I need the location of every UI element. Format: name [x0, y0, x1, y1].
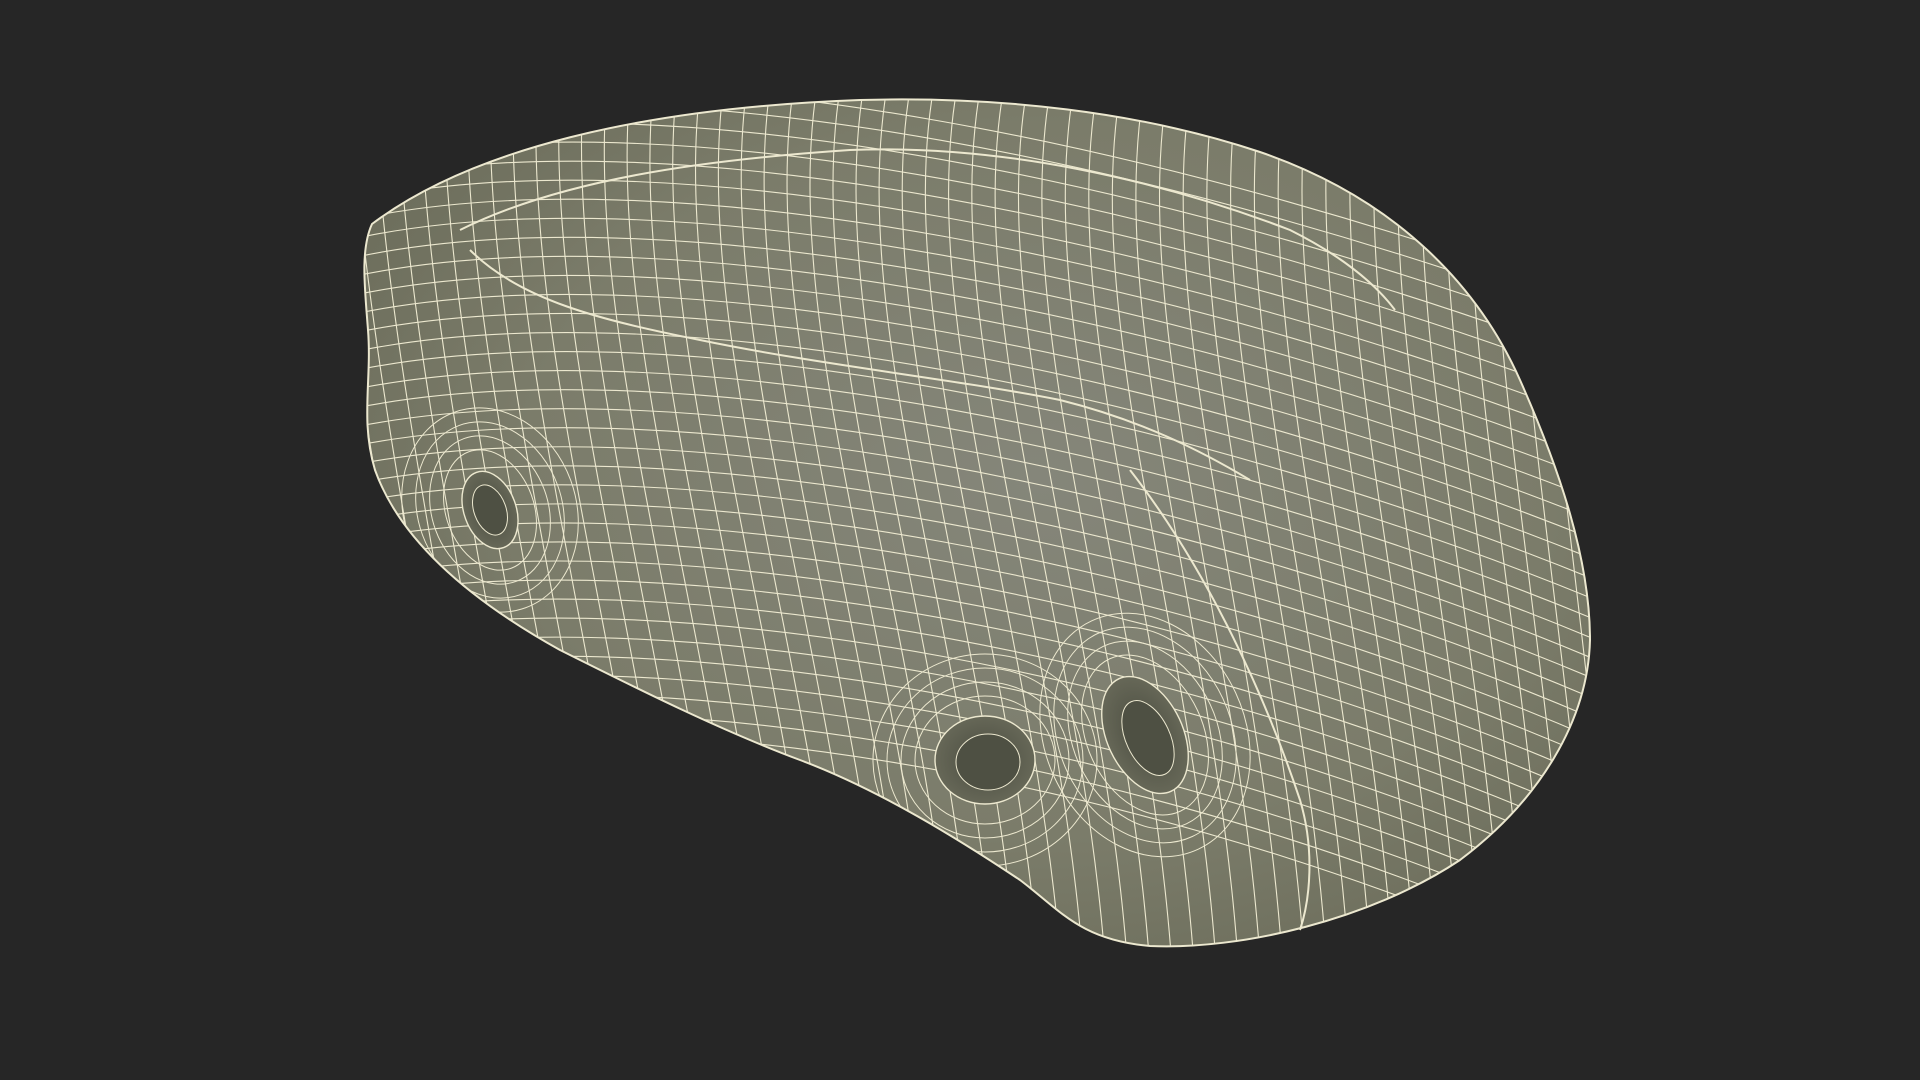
3d-viewport[interactable] — [0, 0, 1920, 1080]
wireframe-model — [363, 98, 1592, 948]
wire-column — [1564, 99, 1590, 947]
screw-hole-middle — [934, 715, 1036, 805]
wire-column — [1588, 99, 1590, 947]
